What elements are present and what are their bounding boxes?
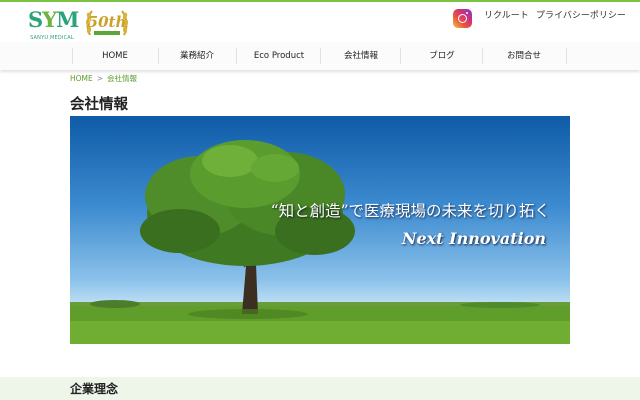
breadcrumb-home-link[interactable]: HOME [70, 74, 93, 83]
recruit-link[interactable]: リクルート [484, 10, 529, 22]
hero-banner: “知と創造”で医療現場の未来を切り拓く Next Innovation [70, 116, 570, 344]
breadcrumb: HOME > 会社情報 [70, 73, 137, 85]
nav-item-blog[interactable]: ブログ [399, 42, 485, 70]
nav-item-eco-product[interactable]: Eco Product [236, 42, 322, 70]
anniversary-text: 50th [88, 13, 127, 31]
instagram-icon[interactable] [453, 9, 472, 28]
nav-item-services[interactable]: 業務紹介 [154, 42, 240, 70]
anniversary-50th-emblem: 50th [84, 7, 130, 39]
company-logo[interactable]: SYM SANYU MEDICAL [28, 7, 79, 43]
main-navigation: HOME 業務紹介 Eco Product 会社情報 ブログ お問合せ [0, 42, 640, 70]
privacy-policy-link[interactable]: プライバシーポリシー [536, 10, 626, 22]
nav-item-contact[interactable]: お問合せ [481, 42, 567, 70]
philosophy-heading: 企業理念 [70, 382, 119, 396]
nav-divider [566, 48, 567, 64]
site-header: SYM SANYU MEDICAL 50th リクルート プライバシーポリシー [0, 2, 640, 42]
breadcrumb-separator: > [96, 74, 104, 83]
hero-subtitle: Next Innovation [401, 229, 546, 248]
nav-item-company[interactable]: 会社情報 [318, 42, 404, 70]
nav-item-home[interactable]: HOME [72, 42, 158, 70]
page-title: 会社情報 [70, 97, 128, 113]
logo-mark: SYM [28, 7, 79, 32]
logo-subtitle: SANYU MEDICAL [30, 35, 74, 41]
hero-catchphrase: “知と創造”で医療現場の未来を切り拓く [270, 202, 550, 220]
breadcrumb-current: 会社情報 [107, 74, 138, 83]
